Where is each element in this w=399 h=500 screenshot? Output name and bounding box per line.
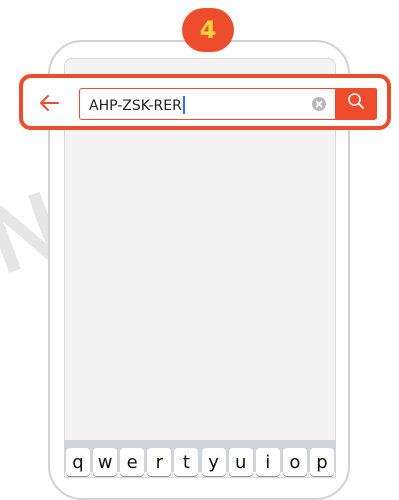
step-badge: 4	[182, 8, 234, 52]
step-number: 4	[199, 16, 217, 44]
search-button[interactable]	[335, 88, 377, 119]
arrow-left-icon[interactable]	[37, 91, 61, 115]
clear-circle-icon[interactable]	[312, 97, 326, 111]
search-input[interactable]: AHP-ZSK-RER	[79, 88, 377, 120]
text-caret	[182, 96, 185, 114]
search-bar-highlight: AHP-ZSK-RER	[19, 74, 391, 130]
search-input-value: AHP-ZSK-RER	[89, 98, 182, 114]
search-icon	[347, 92, 365, 115]
virtual-keyboard: q w e r t y u i o p	[64, 440, 336, 476]
